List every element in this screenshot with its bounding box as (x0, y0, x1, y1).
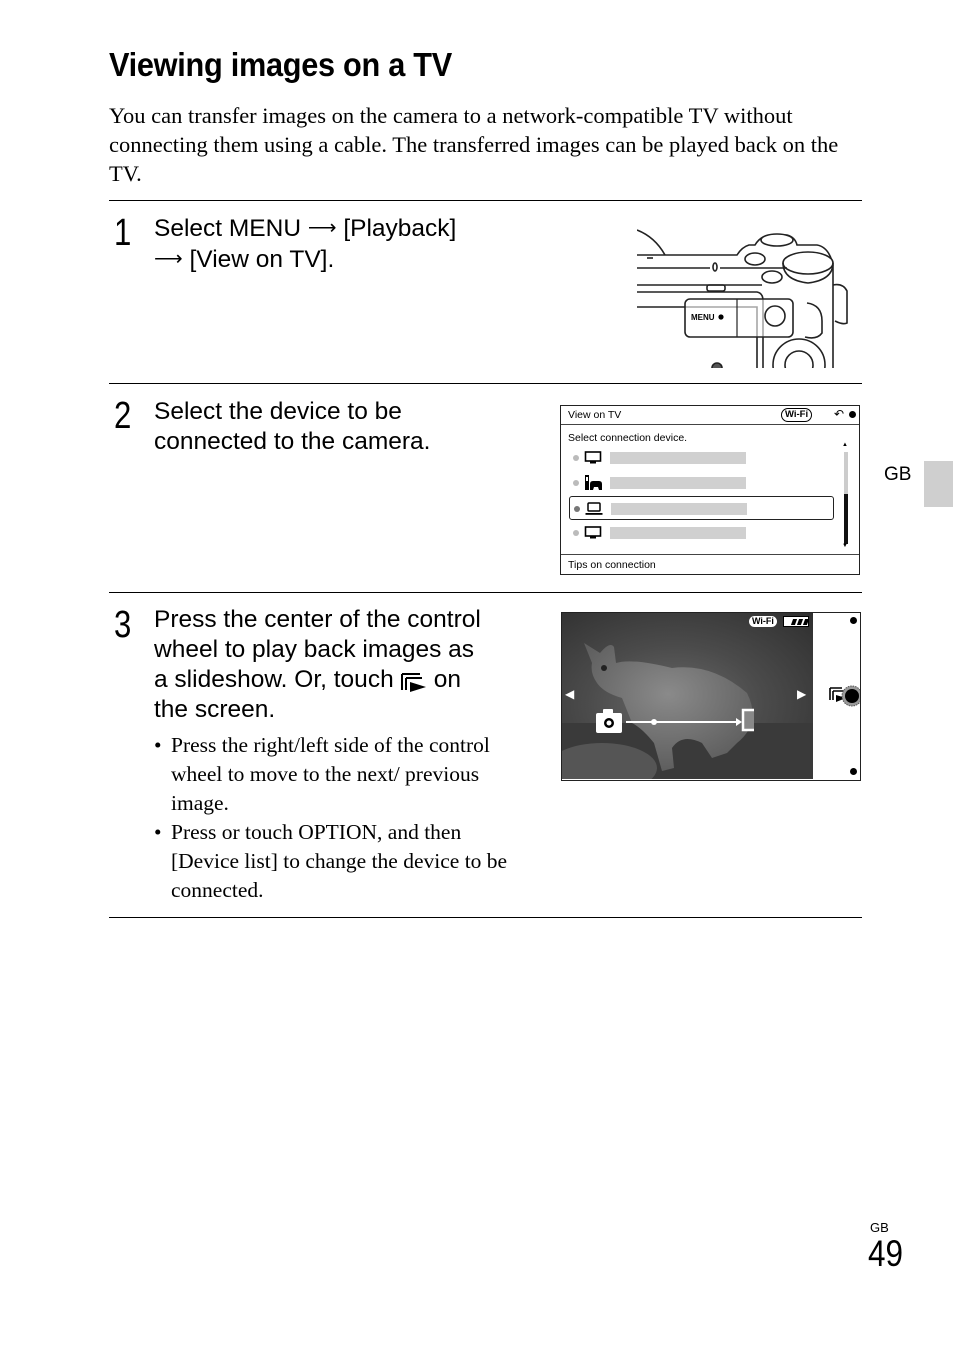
next-image-icon[interactable]: ▶ (797, 687, 806, 701)
bullet-icon (573, 455, 579, 461)
laptop-icon (585, 502, 603, 515)
cat-silhouette (562, 643, 813, 779)
bullet-icon (573, 530, 579, 536)
device-name-placeholder (610, 477, 746, 489)
step-2-text: Select the device to be connected to the… (154, 397, 430, 457)
step-number: 1 (114, 212, 132, 254)
language-tab-label: GB (884, 464, 912, 485)
page-title: Viewing images on a TV (109, 46, 452, 83)
device-list-item-selected[interactable] (569, 496, 834, 520)
button-indicator-icon (850, 768, 857, 775)
device-list-item[interactable] (569, 521, 834, 545)
menu-button-label: MENU (691, 313, 715, 322)
scroll-up-icon[interactable]: ▲ (842, 442, 848, 448)
tv-icon (741, 708, 754, 732)
note-item: Press or touch OPTION, and then [Device … (154, 818, 524, 905)
game-console-icon (585, 475, 602, 490)
step-text-segment: [Playback] (343, 215, 457, 242)
camera-drawing: MENU (637, 229, 848, 368)
divider (109, 200, 862, 201)
scroll-down-icon[interactable]: ▼ (842, 543, 848, 549)
tv-icon (584, 526, 602, 539)
step-text-segment: Select MENU (154, 215, 302, 242)
right-arrow-icon: ⟶ (154, 248, 183, 270)
playback-screen: Wi-Fi ◀ ▶ (561, 612, 861, 781)
device-list-item[interactable] (569, 471, 834, 495)
right-arrow-icon: ⟶ (307, 217, 337, 239)
scrollbar-thumb[interactable] (844, 494, 848, 544)
return-icon[interactable]: ↶ (834, 407, 844, 421)
step-text-segment: Select the device to be (154, 398, 402, 425)
divider (109, 383, 862, 384)
bullet-icon (574, 506, 580, 512)
device-name-placeholder (611, 503, 747, 515)
wifi-icon: Wi-Fi (749, 616, 777, 627)
screen-footer[interactable]: Tips on connection (561, 554, 859, 574)
step-1-text: Select MENU ⟶ [Playback] ⟶ [View on TV]. (154, 213, 456, 275)
step-3-notes: Press the right/left side of the control… (154, 731, 524, 905)
intro-paragraph: You can transfer images on the camera to… (109, 103, 839, 186)
transfer-diagram (596, 708, 754, 733)
step-text-segment: [View on TV]. (189, 246, 335, 273)
step-text-segment: wheel to play back images as (154, 636, 475, 663)
button-indicator-icon (849, 411, 856, 418)
divider (109, 917, 862, 918)
slideshow-button[interactable] (828, 684, 860, 708)
note-item: Press the right/left side of the control… (154, 731, 524, 818)
step-text-segment: on (433, 666, 461, 693)
tips-on-connection[interactable]: Tips on connection (568, 559, 656, 571)
page-number: 49 (868, 1233, 903, 1274)
language-tab (924, 461, 953, 507)
connection-prompt: Select connection device. (568, 432, 688, 444)
divider (109, 592, 862, 593)
step-text-segment: a slideshow. Or, touch (154, 666, 394, 693)
wifi-icon: Wi-Fi (781, 408, 813, 422)
step-number: 2 (114, 395, 132, 437)
slideshow-icon (400, 673, 426, 692)
view-on-tv-screen: View on TV Wi-Fi ↶ Select connection dev… (560, 405, 860, 575)
device-name-placeholder (610, 452, 746, 464)
step-text-segment: the screen. (154, 696, 276, 723)
menu-button-icon (718, 314, 724, 320)
screen-header: View on TV Wi-Fi ↶ (561, 406, 859, 425)
bullet-icon (573, 480, 579, 486)
button-indicator-icon (850, 617, 857, 624)
step-text-segment: Press the center of the control (154, 606, 481, 633)
device-list-item[interactable] (569, 446, 834, 470)
step-3-text: Press the center of the control wheel to… (154, 605, 481, 725)
screen-title: View on TV (568, 409, 622, 421)
step-number: 3 (114, 604, 132, 646)
camera-illustration: MENU (637, 225, 853, 368)
cat-photo: Wi-Fi ◀ ▶ (562, 613, 813, 779)
battery-icon (783, 616, 810, 627)
tv-icon (584, 451, 602, 464)
step-text-segment: connected to the camera. (154, 428, 431, 455)
previous-image-icon[interactable]: ◀ (565, 687, 574, 701)
device-name-placeholder (610, 527, 746, 539)
